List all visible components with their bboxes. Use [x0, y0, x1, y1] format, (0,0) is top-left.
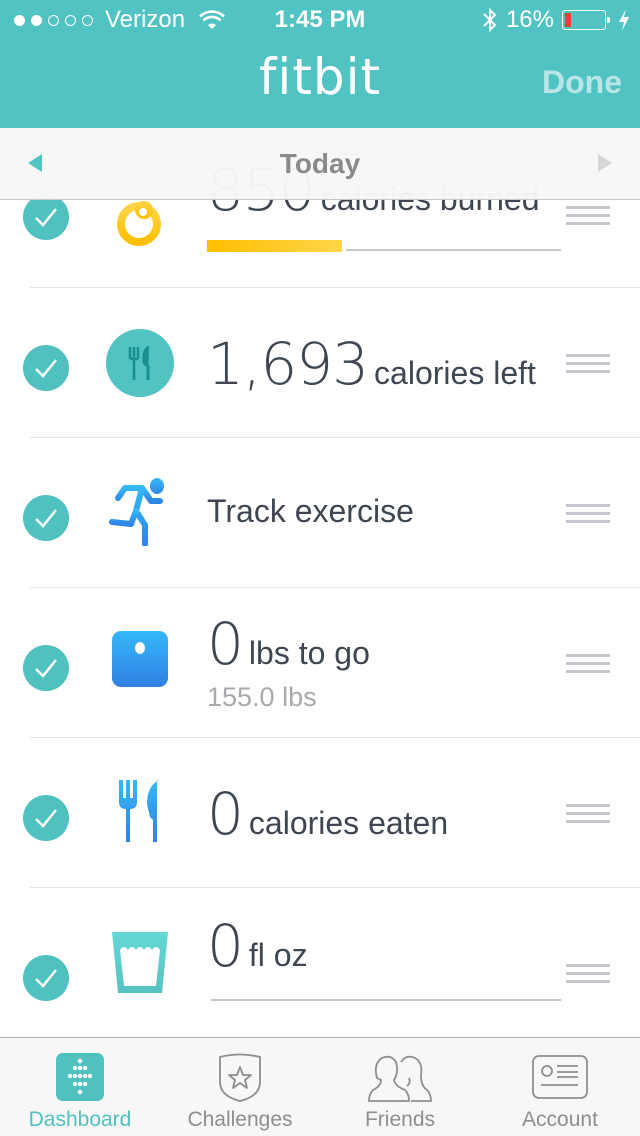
drag-handle-icon[interactable] [566, 964, 610, 988]
triangle-right-icon[interactable] [598, 154, 612, 172]
tile-value: 1,693 [207, 330, 369, 398]
check-circle-icon[interactable] [23, 345, 69, 391]
tile-exercise[interactable]: Track exercise [0, 438, 640, 588]
tile-value: 0 [207, 780, 244, 848]
check-circle-icon[interactable] [23, 194, 69, 240]
tile-main-text: 0 fl oz [207, 912, 308, 980]
battery-level [565, 13, 571, 27]
tile-main-text: 0 lbs to go [207, 610, 370, 678]
tab-dashboard[interactable]: Dashboard [0, 1038, 160, 1136]
calories-progress-track [346, 249, 561, 251]
runner-icon [109, 478, 164, 546]
battery-percent: 16% [505, 6, 554, 33]
tab-account[interactable]: Account [480, 1038, 640, 1136]
scale-icon [112, 631, 168, 687]
check-circle-icon[interactable] [23, 645, 69, 691]
tile-main-text: Track exercise [207, 493, 414, 530]
check-circle-icon[interactable] [23, 955, 69, 1001]
tile-unit: lbs to go [248, 635, 370, 671]
date-title: Today [279, 148, 361, 179]
tile-water[interactable]: 0 fl oz [0, 888, 640, 1038]
tab-label: Friends [364, 1108, 436, 1131]
done-button[interactable]: Done [542, 64, 622, 101]
water-glass-icon [112, 932, 168, 993]
tile-main-text: 1,693 calories left [207, 330, 536, 398]
tile-unit: calories eaten [248, 805, 449, 841]
fork-knife-circle-icon [106, 329, 174, 397]
drag-handle-icon[interactable] [566, 804, 610, 828]
dashboard-dots-icon [56, 1053, 104, 1101]
tile-unit: calories left [374, 355, 536, 391]
id-card-icon [532, 1055, 588, 1099]
battery-icon [562, 10, 610, 30]
water-progress-track [211, 999, 561, 1001]
drag-handle-icon[interactable] [566, 654, 610, 678]
fork-knife-icon [119, 780, 159, 842]
tab-label: Account [522, 1108, 598, 1131]
tab-label: Dashboard [28, 1108, 132, 1131]
charging-bolt-icon [619, 9, 629, 31]
date-navigator: Today [0, 128, 640, 200]
star-shield-icon [219, 1053, 261, 1102]
tab-bar: Dashboard Challenges Friends Account [0, 1037, 640, 1136]
status-bar: Verizon 1:45 PM 16% [0, 0, 640, 40]
tile-calories-eaten[interactable]: 0 calories eaten [0, 738, 640, 888]
tile-weight[interactable]: 0 lbs to go 155.0 lbs [0, 588, 640, 738]
check-circle-icon[interactable] [23, 795, 69, 841]
tab-label: Challenges [187, 1108, 293, 1131]
tile-main-text: 0 calories eaten [207, 780, 448, 848]
tab-challenges[interactable]: Challenges [160, 1038, 320, 1136]
drag-handle-icon[interactable] [566, 504, 610, 528]
tile-calories-left[interactable]: 1,693 calories left [0, 288, 640, 438]
tile-value: 0 [207, 610, 244, 678]
tab-friends[interactable]: Friends [320, 1038, 480, 1136]
tile-value: 0 [207, 912, 244, 980]
dashboard-tile-list: 850calories burned 1,693calories left [0, 138, 640, 1038]
app-header: Verizon 1:45 PM 16% fitbit Done [0, 0, 640, 128]
check-circle-icon[interactable] [23, 495, 69, 541]
bluetooth-icon [483, 7, 497, 33]
drag-handle-icon[interactable] [566, 354, 610, 378]
drag-handle-icon[interactable] [566, 206, 610, 230]
tile-label: Track exercise [207, 493, 414, 529]
tile-unit: fl oz [248, 937, 308, 973]
tile-subtext: 155.0 lbs [207, 682, 317, 712]
friends-icon [368, 1055, 432, 1102]
calories-progress-fill [207, 240, 342, 252]
